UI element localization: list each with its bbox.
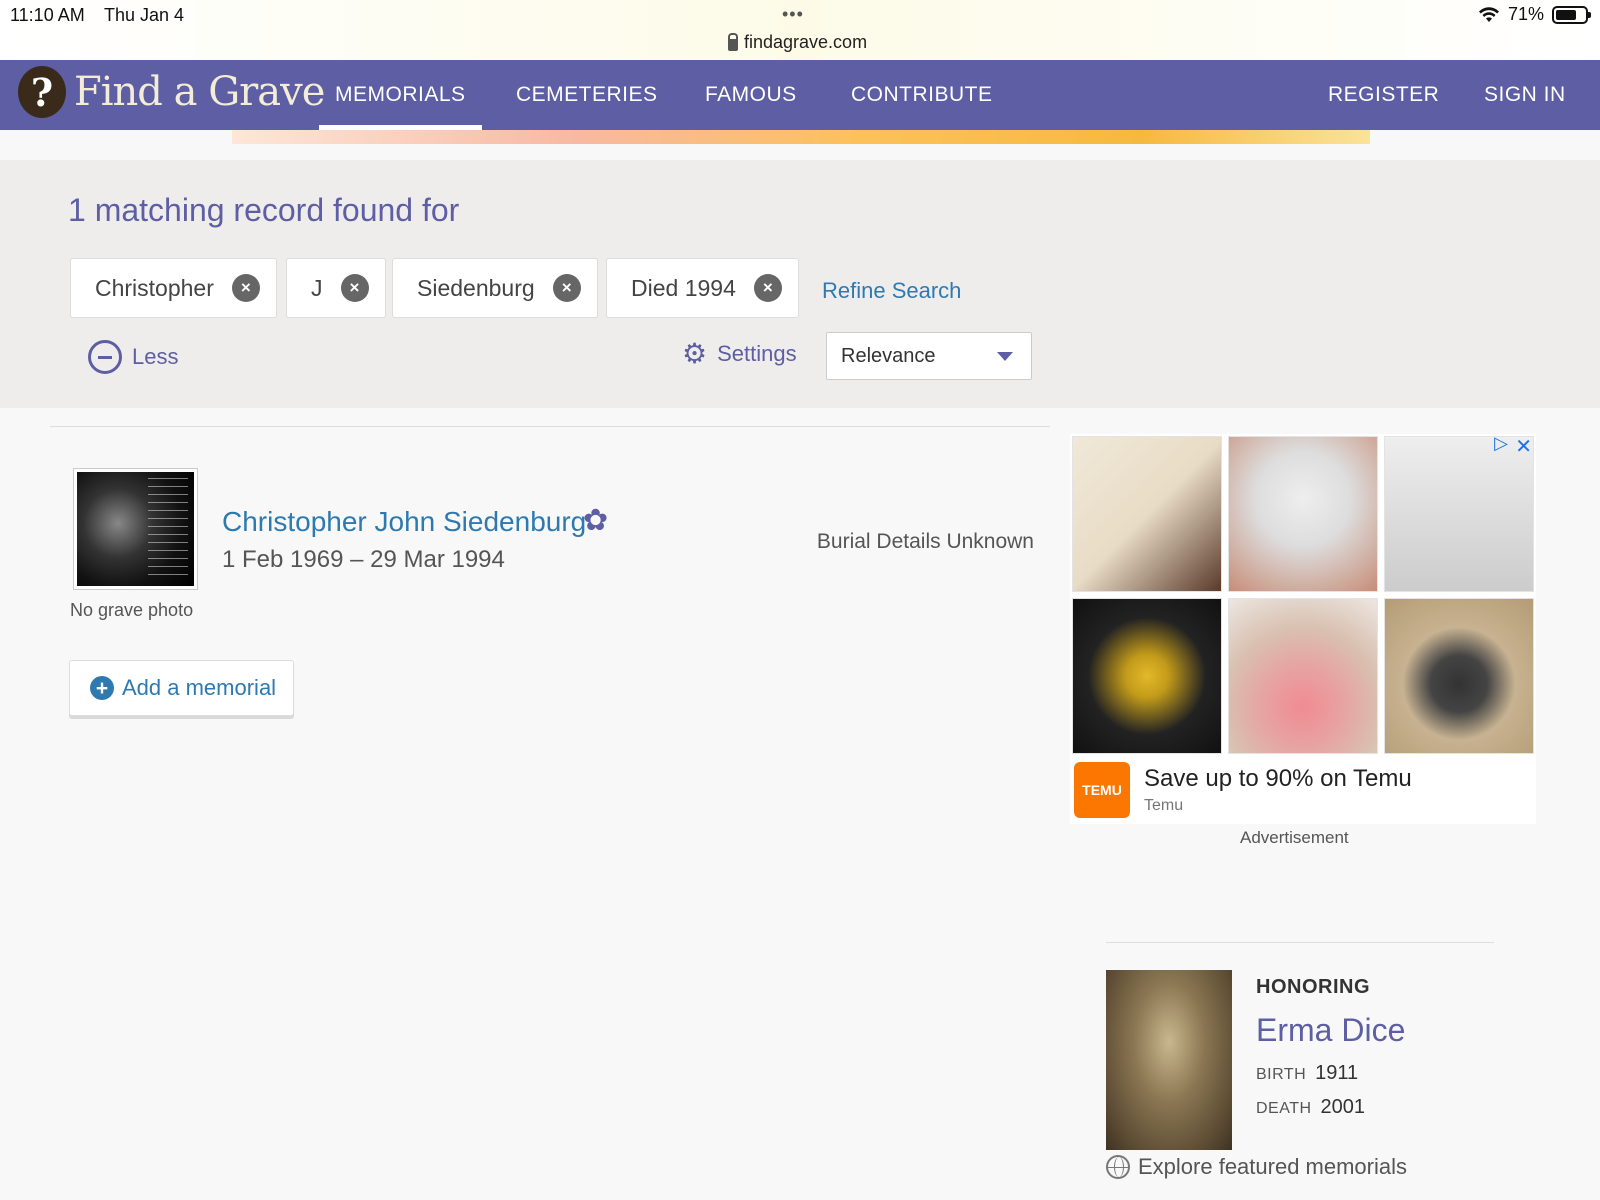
close-icon[interactable]: ✕ [1515, 434, 1532, 459]
lock-icon [728, 32, 738, 51]
divider [50, 426, 1050, 427]
honoring-label: HONORING [1256, 976, 1370, 998]
plus-circle-icon: + [90, 676, 114, 700]
site-logo[interactable]: ? Find a Grave [18, 66, 325, 118]
ad-text: Save up to 90% on Temu Temu [1144, 765, 1412, 815]
status-bar: 11:10 AM Thu Jan 4 ••• findagrave.com 71… [0, 0, 1600, 60]
no-grave-photo-label: No grave photo [70, 600, 194, 620]
remove-chip-icon[interactable]: × [552, 274, 581, 302]
less-toggle[interactable]: Less [88, 340, 178, 374]
ad-brand: Temu [1144, 797, 1184, 814]
filter-chip-death-year: Died 1994 × [606, 258, 799, 318]
filter-chip-first-name: Christopher × [70, 258, 277, 318]
sort-value: Relevance [841, 344, 936, 367]
burial-details: Burial Details Unknown [816, 530, 1034, 553]
decorative-banner [232, 130, 1370, 144]
birth-year: 1911 [1315, 1062, 1359, 1084]
search-panel: 1 matching record found for Christopher … [0, 160, 1600, 408]
filter-chip-middle-name: J × [286, 258, 386, 318]
gear-icon: ⚙ [682, 338, 708, 369]
advertisement-label: Advertisement [1240, 828, 1349, 847]
honoring-photo[interactable] [1106, 970, 1232, 1150]
nav-sign-in[interactable]: SIGN IN [1484, 60, 1566, 130]
globe-icon [1106, 1155, 1130, 1179]
battery-percent: 71% [1507, 4, 1544, 24]
adchoices-icon[interactable]: ▷ [1494, 433, 1508, 454]
ad-image-grid [1072, 436, 1534, 754]
ad-title: Save up to 90% on Temu [1144, 765, 1412, 792]
battery-level [1556, 9, 1576, 20]
memorial-photo[interactable] [73, 468, 198, 590]
remove-chip-icon[interactable]: × [340, 274, 369, 302]
address-bar[interactable]: findagrave.com [728, 32, 867, 53]
memorial-name-link[interactable]: Christopher John Siedenburg [222, 506, 586, 538]
status-date: Thu Jan 4 [104, 5, 185, 25]
chip-label: Died 1994 [631, 274, 736, 301]
nav-cemeteries[interactable]: CEMETERIES [516, 60, 658, 130]
divider [1106, 942, 1494, 943]
nav-memorials[interactable]: MEMORIALS [319, 60, 482, 130]
refine-search-link[interactable]: Refine Search [822, 278, 961, 304]
honoring-death: DEATH 2001 [1256, 1096, 1365, 1119]
settings-button[interactable]: ⚙ Settings [682, 340, 797, 368]
memorial-dates: 1 Feb 1969 – 29 Mar 1994 [222, 546, 505, 573]
honoring-birth: BIRTH 1911 [1256, 1062, 1358, 1085]
chevron-down-icon [997, 351, 1013, 361]
chip-label: J [311, 274, 323, 301]
less-label: Less [132, 344, 179, 369]
add-memorial-button[interactable]: + Add a memorial [69, 660, 294, 716]
nav-contribute[interactable]: CONTRIBUTE [851, 60, 993, 130]
birth-label: BIRTH [1256, 1066, 1307, 1083]
status-time: 11:10 AM [10, 5, 85, 25]
ad-image[interactable] [1384, 436, 1534, 592]
sort-select[interactable]: Relevance [826, 332, 1032, 380]
nav-register[interactable]: REGISTER [1328, 60, 1439, 130]
ad-image[interactable] [1072, 598, 1222, 754]
remove-chip-icon[interactable]: × [753, 274, 782, 302]
ad-image[interactable] [1072, 436, 1222, 592]
add-memorial-label: Add a memorial [122, 675, 277, 700]
advertisement[interactable]: ▷ ✕ TEMU Save up to 90% on Temu Temu [1070, 433, 1536, 824]
result-count-heading: 1 matching record found for [68, 192, 460, 228]
minus-circle-icon [88, 340, 122, 374]
ad-image[interactable] [1228, 436, 1378, 592]
filter-chip-last-name: Siedenburg × [392, 258, 598, 318]
more-dots-icon[interactable]: ••• [782, 4, 804, 25]
temu-logo: TEMU [1074, 762, 1130, 818]
wifi-icon [1478, 6, 1499, 22]
chip-label: Christopher [95, 274, 214, 301]
death-label: DEATH [1256, 1100, 1312, 1117]
memorial-photo-image [77, 472, 194, 586]
flower-icon: ✿ [583, 504, 609, 537]
remove-chip-icon[interactable]: × [231, 274, 260, 302]
logo-mark-icon: ? [18, 66, 66, 118]
nav-famous[interactable]: FAMOUS [705, 60, 797, 130]
death-year: 2001 [1320, 1096, 1366, 1118]
explore-label: Explore featured memorials [1138, 1154, 1408, 1179]
url-text: findagrave.com [744, 32, 868, 52]
explore-featured-link[interactable]: Explore featured memorials [1106, 1154, 1407, 1180]
battery-icon [1552, 5, 1591, 24]
chip-label: Siedenburg [417, 274, 535, 301]
top-navigation: ? Find a Grave MEMORIALS CEMETERIES FAMO… [0, 60, 1600, 130]
ad-footer: TEMU Save up to 90% on Temu Temu [1074, 762, 1412, 818]
honoring-name-link[interactable]: Erma Dice [1256, 1012, 1405, 1049]
ad-image[interactable] [1228, 598, 1378, 754]
status-right: 71% [1478, 4, 1591, 25]
ad-image[interactable] [1384, 598, 1534, 754]
settings-label: Settings [717, 341, 797, 366]
logo-text: Find a Grave [74, 69, 325, 115]
